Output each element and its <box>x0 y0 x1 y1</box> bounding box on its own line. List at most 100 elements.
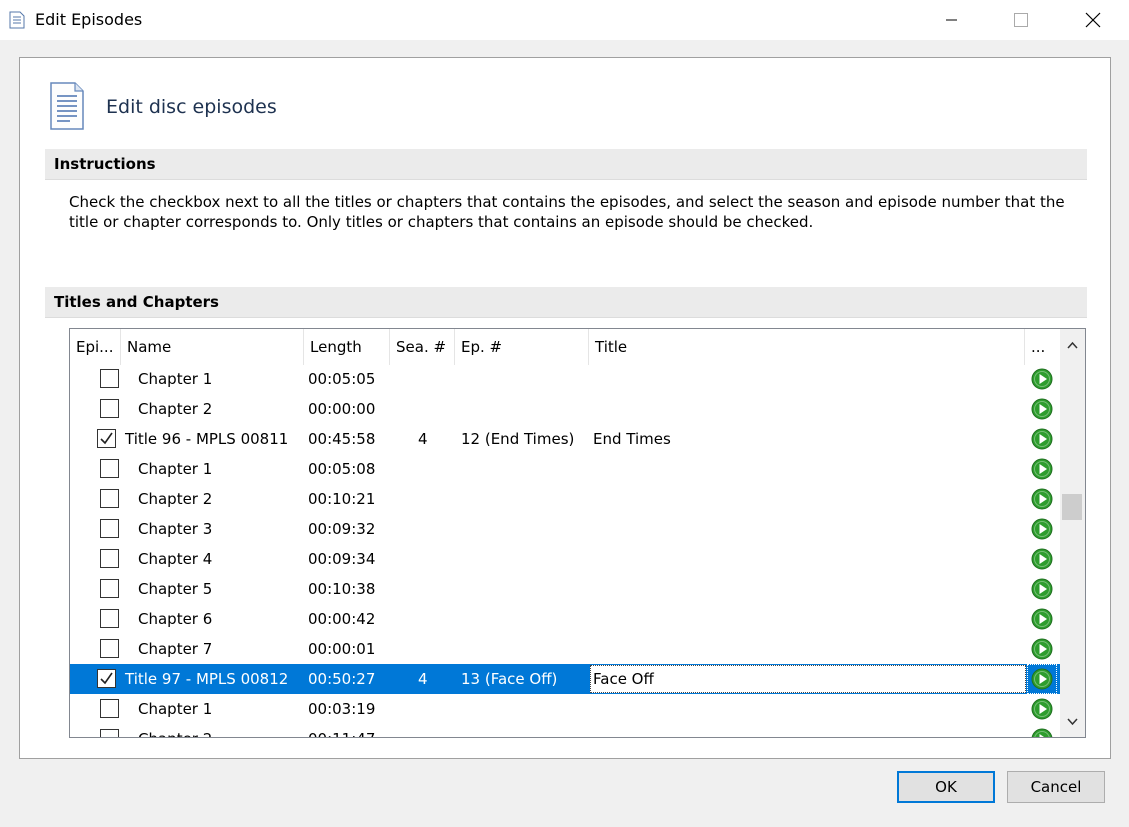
row-name: Title 96 - MPLS 00811 <box>125 430 289 448</box>
table-row[interactable]: Chapter 2 00:10:21 <box>70 484 1060 514</box>
row-season: 4 <box>418 430 428 448</box>
scroll-up-icon[interactable] <box>1066 339 1079 352</box>
play-icon[interactable] <box>1031 398 1053 420</box>
play-icon[interactable] <box>1031 638 1053 660</box>
checkmark-icon <box>100 432 113 445</box>
episode-checkbox[interactable] <box>100 609 119 628</box>
play-icon[interactable] <box>1031 578 1053 600</box>
table-row[interactable]: Chapter 3 00:09:32 <box>70 514 1060 544</box>
row-name: Title 97 - MPLS 00812 <box>125 670 289 688</box>
row-name: Chapter 5 <box>138 580 213 598</box>
episode-checkbox[interactable] <box>100 699 119 718</box>
row-length: 00:00:00 <box>308 400 376 418</box>
episode-checkbox[interactable] <box>100 639 119 658</box>
table-row[interactable]: Chapter 2 00:11:47 <box>70 724 1060 738</box>
scrollbar-thumb[interactable] <box>1062 494 1082 520</box>
row-name: Chapter 4 <box>138 550 213 568</box>
play-icon[interactable] <box>1031 518 1053 540</box>
episode-checkbox[interactable] <box>100 579 119 598</box>
play-icon[interactable] <box>1031 728 1053 738</box>
ok-button[interactable]: OK <box>897 771 995 803</box>
row-length: 00:11:47 <box>308 724 375 737</box>
play-icon[interactable] <box>1031 458 1053 480</box>
row-name: Chapter 1 <box>138 370 213 388</box>
instructions-text: Check the checkbox next to all the title… <box>69 193 1065 231</box>
play-icon[interactable] <box>1031 668 1053 690</box>
episode-checkbox[interactable] <box>97 429 116 448</box>
row-length: 00:03:19 <box>308 700 376 718</box>
instructions-header: Instructions <box>45 149 1087 180</box>
col-header-length[interactable]: Length <box>304 329 390 365</box>
col-header-ep-number[interactable]: Ep. # <box>455 329 589 365</box>
row-length: 00:10:38 <box>308 580 376 598</box>
table-row[interactable]: Chapter 5 00:10:38 <box>70 574 1060 604</box>
episode-checkbox[interactable] <box>100 519 119 538</box>
close-button[interactable] <box>1070 0 1116 40</box>
window-title: Edit Episodes <box>35 10 143 29</box>
table-row[interactable]: Chapter 1 00:05:05 <box>70 364 1060 394</box>
col-header-name[interactable]: Name <box>121 329 304 365</box>
table-row[interactable]: Chapter 1 00:03:19 <box>70 694 1060 724</box>
play-icon[interactable] <box>1031 488 1053 510</box>
app-document-icon <box>9 11 25 29</box>
row-length: 00:10:21 <box>308 490 376 508</box>
row-episode-number: 12 (End Times) <box>461 430 575 448</box>
col-header-season[interactable]: Sea. # <box>390 329 455 365</box>
episode-checkbox[interactable] <box>100 549 119 568</box>
episode-checkbox[interactable] <box>100 489 119 508</box>
scroll-down-icon[interactable] <box>1066 715 1079 728</box>
row-name: Chapter 1 <box>138 700 213 718</box>
table-row[interactable]: Chapter 1 00:05:08 <box>70 454 1060 484</box>
row-length: 00:09:32 <box>308 520 376 538</box>
episode-checkbox[interactable] <box>100 399 119 418</box>
row-season: 4 <box>418 670 428 688</box>
titles-chapters-label: Titles and Chapters <box>54 293 219 311</box>
table-row[interactable]: Chapter 2 00:00:00 <box>70 394 1060 424</box>
minimize-button[interactable] <box>929 0 975 40</box>
instructions-label: Instructions <box>54 155 156 173</box>
row-name: Chapter 7 <box>138 640 213 658</box>
table-row[interactable]: Chapter 6 00:00:42 <box>70 604 1060 634</box>
episode-checkbox[interactable] <box>97 669 116 688</box>
table-row[interactable]: Title 96 - MPLS 00811 00:45:58 4 12 (End Ti… <box>70 424 1060 454</box>
play-icon[interactable] <box>1031 608 1053 630</box>
table-row[interactable]: Chapter 4 00:09:34 <box>70 544 1060 574</box>
col-header-more[interactable]: ... <box>1025 329 1060 365</box>
row-length: 00:00:42 <box>308 610 376 628</box>
minimize-icon <box>946 19 957 21</box>
document-icon <box>50 82 84 130</box>
title-bar: Edit Episodes <box>0 0 1129 40</box>
row-episode-number: 13 (Face Off) <box>461 670 558 688</box>
table-row[interactable]: Chapter 7 00:00:01 <box>70 634 1060 664</box>
episode-checkbox[interactable] <box>100 729 119 737</box>
vertical-scrollbar[interactable] <box>1060 329 1085 737</box>
row-length: 00:05:08 <box>308 460 376 478</box>
episode-checkbox[interactable] <box>100 459 119 478</box>
cancel-button[interactable]: Cancel <box>1007 771 1105 803</box>
page-heading: Edit disc episodes <box>106 96 277 118</box>
play-icon[interactable] <box>1031 548 1053 570</box>
row-length: 00:45:58 <box>308 430 376 448</box>
maximize-icon <box>1014 13 1028 27</box>
row-title: End Times <box>593 430 671 448</box>
row-length: 00:09:34 <box>308 550 376 568</box>
col-header-episode[interactable]: Epi... <box>70 329 121 365</box>
row-name: Chapter 6 <box>138 610 213 628</box>
play-icon[interactable] <box>1031 698 1053 720</box>
row-name: Chapter 3 <box>138 520 213 538</box>
title-edit-field[interactable]: Face Off <box>590 665 1026 693</box>
titles-chapters-header: Titles and Chapters <box>45 287 1087 318</box>
main-panel: Edit disc episodes Instructions Check th… <box>19 57 1111 759</box>
episodes-grid[interactable]: Epi... Name Length Sea. # Ep. # Title ..… <box>69 328 1086 738</box>
maximize-button[interactable] <box>998 0 1044 40</box>
table-row[interactable]: Title 97 - MPLS 00812 00:50:27 4 13 (Face O… <box>70 664 1060 694</box>
episode-checkbox[interactable] <box>100 369 119 388</box>
row-length: 00:50:27 <box>308 670 376 688</box>
row-length: 00:05:05 <box>308 370 376 388</box>
row-name: Chapter 1 <box>138 460 213 478</box>
col-header-title[interactable]: Title <box>589 329 1025 365</box>
checkmark-icon <box>100 672 113 685</box>
play-icon[interactable] <box>1031 368 1053 390</box>
play-icon[interactable] <box>1031 428 1053 450</box>
row-name: Chapter 2 <box>138 724 212 737</box>
